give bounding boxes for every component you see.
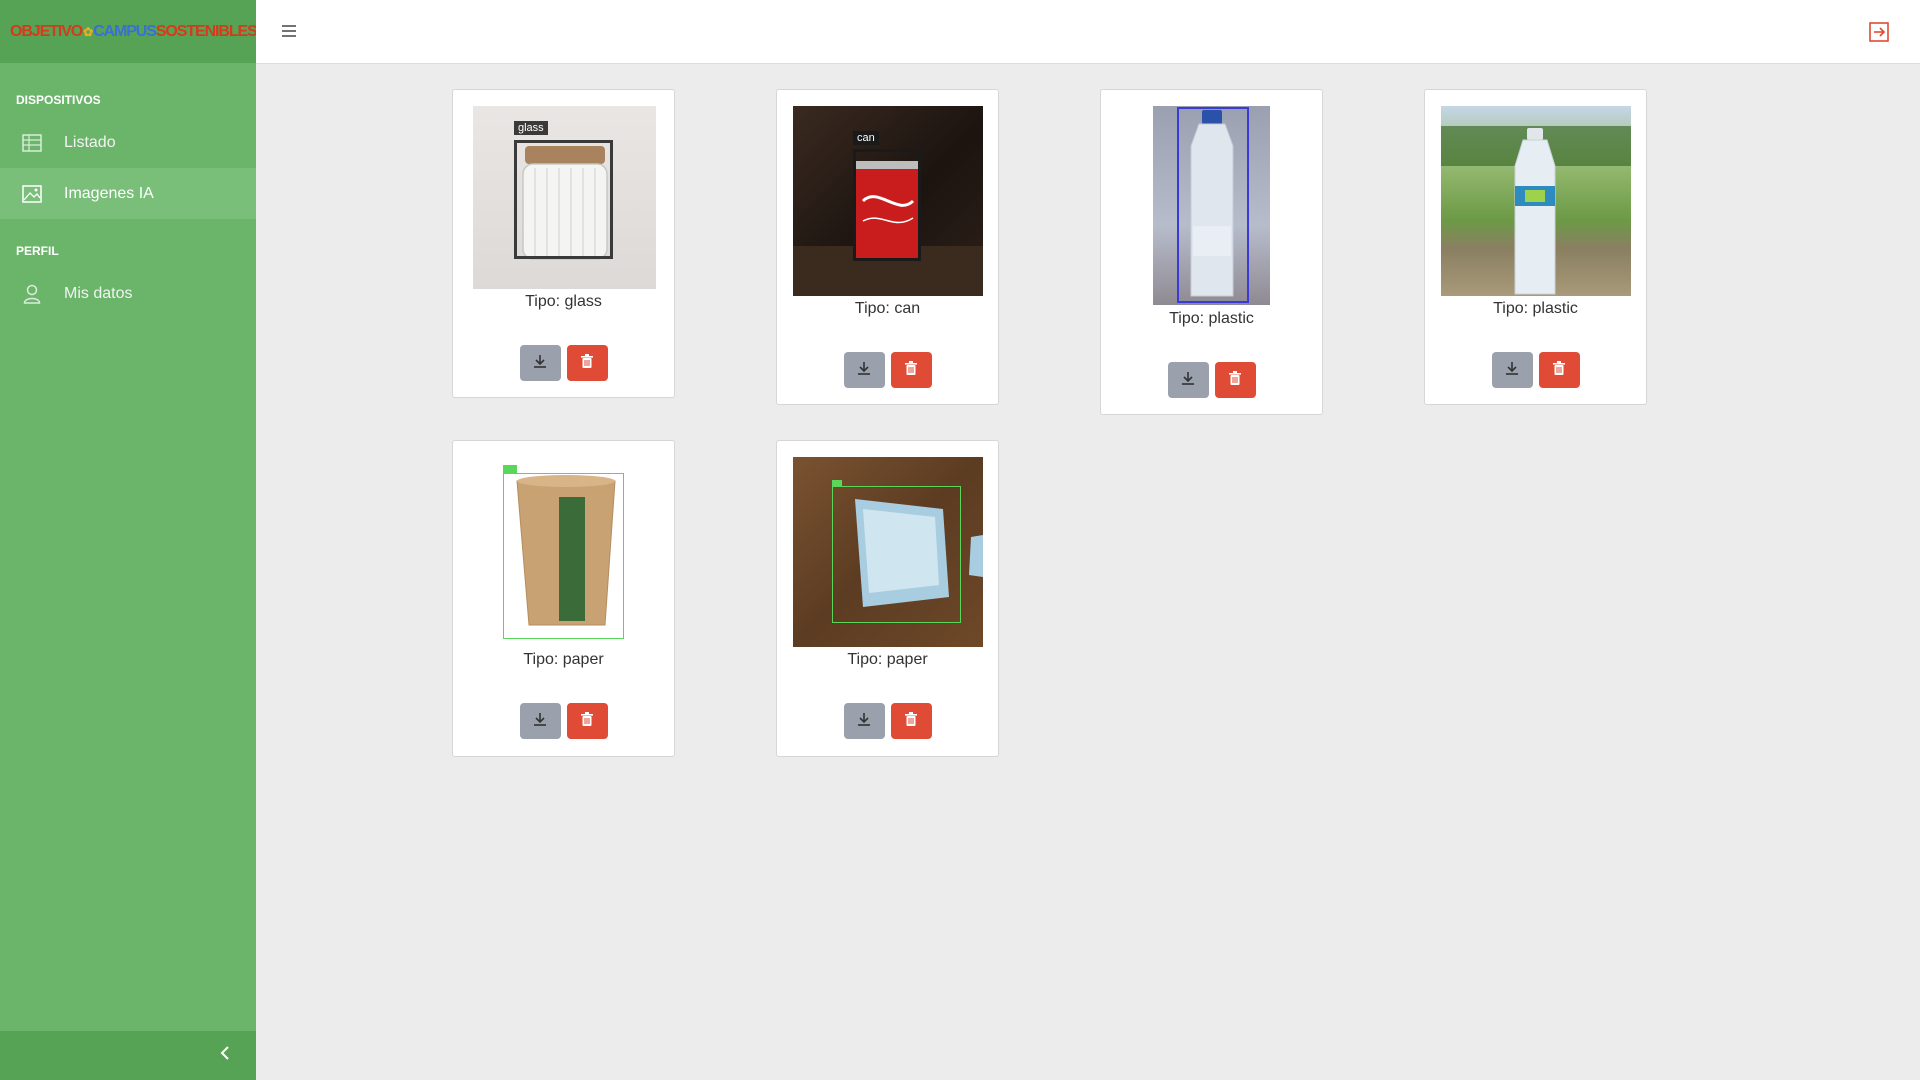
download-icon <box>856 711 872 732</box>
ai-image-plastic[interactable] <box>1153 106 1270 305</box>
image-type-caption: Tipo: paper <box>847 651 928 668</box>
card-actions <box>777 352 998 388</box>
detection-tag <box>503 465 517 473</box>
download-icon <box>1180 370 1196 391</box>
table-icon <box>22 133 42 153</box>
download-button[interactable] <box>519 703 561 739</box>
leaf-icon: ✿ <box>83 24 93 39</box>
delete-button[interactable] <box>566 703 608 739</box>
sidebar-item-mis-datos[interactable]: Mis datos <box>0 268 256 319</box>
section-title-dispositivos: DISPOSITIVOS <box>16 93 101 107</box>
detection-label: glass <box>514 121 548 135</box>
image-type-caption: Tipo: plastic <box>1169 310 1254 327</box>
topbar <box>256 0 1920 64</box>
download-icon <box>532 353 548 374</box>
sidebar-item-label: Imagenes IA <box>64 184 154 202</box>
image-type-caption: Tipo: glass <box>525 293 602 310</box>
sidebar-collapse-button[interactable] <box>0 1031 256 1080</box>
ai-image-paper[interactable] <box>793 457 983 647</box>
download-icon <box>856 360 872 381</box>
card-actions <box>777 703 998 739</box>
image-card: Tipo: paper <box>776 440 999 757</box>
chevron-left-icon <box>220 1046 230 1065</box>
trash-icon <box>580 711 594 732</box>
logout-icon[interactable] <box>1868 21 1890 43</box>
image-card: can Tipo: can <box>776 89 999 405</box>
brand-word-sostenibles: SOSTENIBLES <box>155 22 258 40</box>
detection-box <box>1177 107 1249 303</box>
delete-button[interactable] <box>890 352 932 388</box>
brand-logo[interactable]: OBJETIVO ✿ CAMPUS SOSTENIBLES <box>0 0 258 63</box>
download-icon <box>532 711 548 732</box>
download-button[interactable] <box>1491 352 1533 388</box>
trash-icon <box>904 711 918 732</box>
trash-icon <box>904 360 918 381</box>
sidebar-item-listado[interactable]: Listado <box>0 117 256 168</box>
detection-box <box>832 486 961 623</box>
download-button[interactable] <box>519 345 561 381</box>
delete-button[interactable] <box>566 345 608 381</box>
sidebar-item-label: Mis datos <box>64 284 133 302</box>
trash-icon <box>1228 370 1242 391</box>
image-card: Tipo: plastic <box>1100 89 1323 415</box>
card-actions <box>1425 352 1646 388</box>
download-icon <box>1504 360 1520 381</box>
sidebar-item-label: Listado <box>64 133 116 151</box>
detection-box <box>853 149 921 261</box>
delete-button[interactable] <box>1214 362 1256 398</box>
user-icon <box>22 284 42 304</box>
ai-image-glass[interactable]: glass <box>473 106 656 289</box>
brand-word-objetivo: OBJETIVO <box>10 22 83 40</box>
ai-image-paper[interactable] <box>473 457 656 640</box>
ai-image-can[interactable]: can <box>793 106 983 296</box>
download-button[interactable] <box>1167 362 1209 398</box>
download-button[interactable] <box>843 703 885 739</box>
card-actions <box>453 703 674 739</box>
detection-label: can <box>853 131 879 145</box>
detection-box <box>514 140 613 259</box>
menu-icon[interactable] <box>280 22 298 40</box>
sidebar: OBJETIVO ✿ CAMPUS SOSTENIBLES DISPOSITIVOS … <box>0 0 258 1080</box>
section-title-perfil: PERFIL <box>16 244 59 258</box>
detection-tag <box>832 480 842 486</box>
image-card: Tipo: paper <box>452 440 675 757</box>
delete-button[interactable] <box>1538 352 1580 388</box>
image-icon <box>22 184 42 204</box>
trash-icon <box>580 353 594 374</box>
trash-icon <box>1552 360 1566 381</box>
image-type-caption: Tipo: plastic <box>1493 300 1578 317</box>
detection-box <box>503 473 624 639</box>
ai-image-plastic[interactable] <box>1441 106 1631 296</box>
image-card: Tipo: plastic <box>1424 89 1647 405</box>
brand-word-campus: CAMPUS <box>93 22 157 40</box>
download-button[interactable] <box>843 352 885 388</box>
image-type-caption: Tipo: paper <box>523 651 604 668</box>
delete-button[interactable] <box>890 703 932 739</box>
image-type-caption: Tipo: can <box>854 300 921 317</box>
card-actions <box>453 345 674 381</box>
image-card: glass Tipo: glass <box>452 89 675 398</box>
card-actions <box>1101 362 1322 398</box>
sidebar-item-imagenes-ia[interactable]: Imagenes IA <box>0 168 256 219</box>
